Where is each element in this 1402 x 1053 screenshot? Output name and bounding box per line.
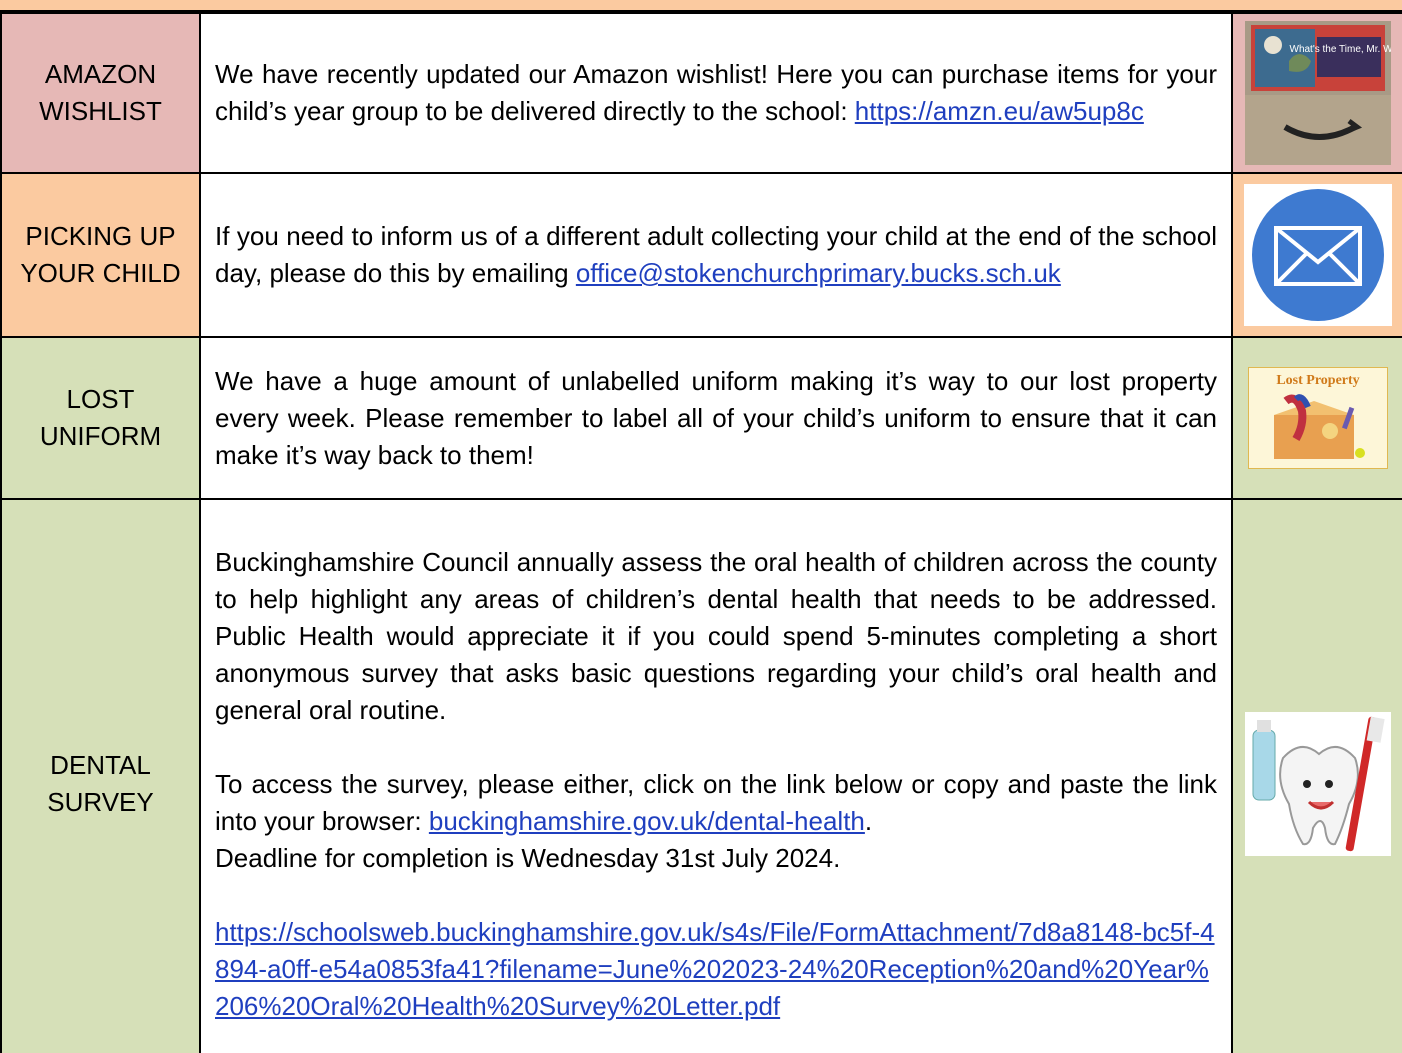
tooth-toothbrush-image	[1244, 712, 1391, 856]
table-row-picking-up-your-child: PICKING UP YOUR CHILD If you need to inf…	[0, 172, 1402, 338]
row-label: LOST UNIFORM	[0, 336, 201, 500]
office-email-link[interactable]: office@stokenchurchprimary.bucks.sch.uk	[576, 258, 1061, 288]
row-image-cell	[1231, 172, 1402, 338]
row-image-cell: What's the Time, Mr. Wolf?	[1231, 12, 1402, 174]
dental-paragraph-2: To access the survey, please either, cli…	[215, 766, 1217, 877]
row-label: DENTAL SURVEY	[0, 498, 201, 1053]
row-body: Buckinghamshire Council annually assess …	[199, 498, 1233, 1053]
row-image-cell	[1231, 498, 1402, 1053]
table-row-dental-survey: DENTAL SURVEY Buckinghamshire Council an…	[0, 498, 1402, 1053]
lost-property-box-image: Lost Property	[1247, 367, 1388, 469]
dental-paragraph-2-period: .	[864, 805, 873, 836]
envelope-icon	[1243, 184, 1392, 326]
dental-paragraph-1: Buckinghamshire Council annually assess …	[215, 546, 1217, 725]
newsletter-table: AMAZON WISHLIST We have recently updated…	[0, 12, 1402, 1053]
row-body: We have recently updated our Amazon wish…	[199, 12, 1233, 174]
row-label: PICKING UP YOUR CHILD	[0, 172, 201, 338]
amazon-wishlist-link[interactable]: https://amzn.eu/aw5up8c	[855, 96, 1144, 126]
row-label: AMAZON WISHLIST	[0, 12, 201, 174]
row-body: We have a huge amount of unlabelled unif…	[199, 336, 1233, 500]
amazon-wishlist-book-image: What's the Time, Mr. Wolf?	[1244, 21, 1391, 165]
header-strip	[0, 0, 1402, 12]
dental-health-link[interactable]: buckinghamshire.gov.uk/dental-health	[429, 806, 865, 836]
row-body: If you need to inform us of a different …	[199, 172, 1233, 338]
lost-property-caption: Lost Property	[1276, 373, 1359, 388]
dental-deadline: Deadline for completion is Wednesday 31s…	[215, 842, 841, 873]
book-title: What's the Time, Mr. Wolf?	[1289, 44, 1390, 55]
table-row-amazon-wishlist: AMAZON WISHLIST We have recently updated…	[0, 12, 1402, 174]
table-row-lost-uniform: LOST UNIFORM We have a huge amount of un…	[0, 336, 1402, 500]
survey-letter-link[interactable]: https://schoolsweb.buckinghamshire.gov.u…	[215, 917, 1215, 1021]
dental-paragraph-3: https://schoolsweb.buckinghamshire.gov.u…	[215, 914, 1217, 1025]
row-image-cell: Lost Property	[1231, 336, 1402, 500]
